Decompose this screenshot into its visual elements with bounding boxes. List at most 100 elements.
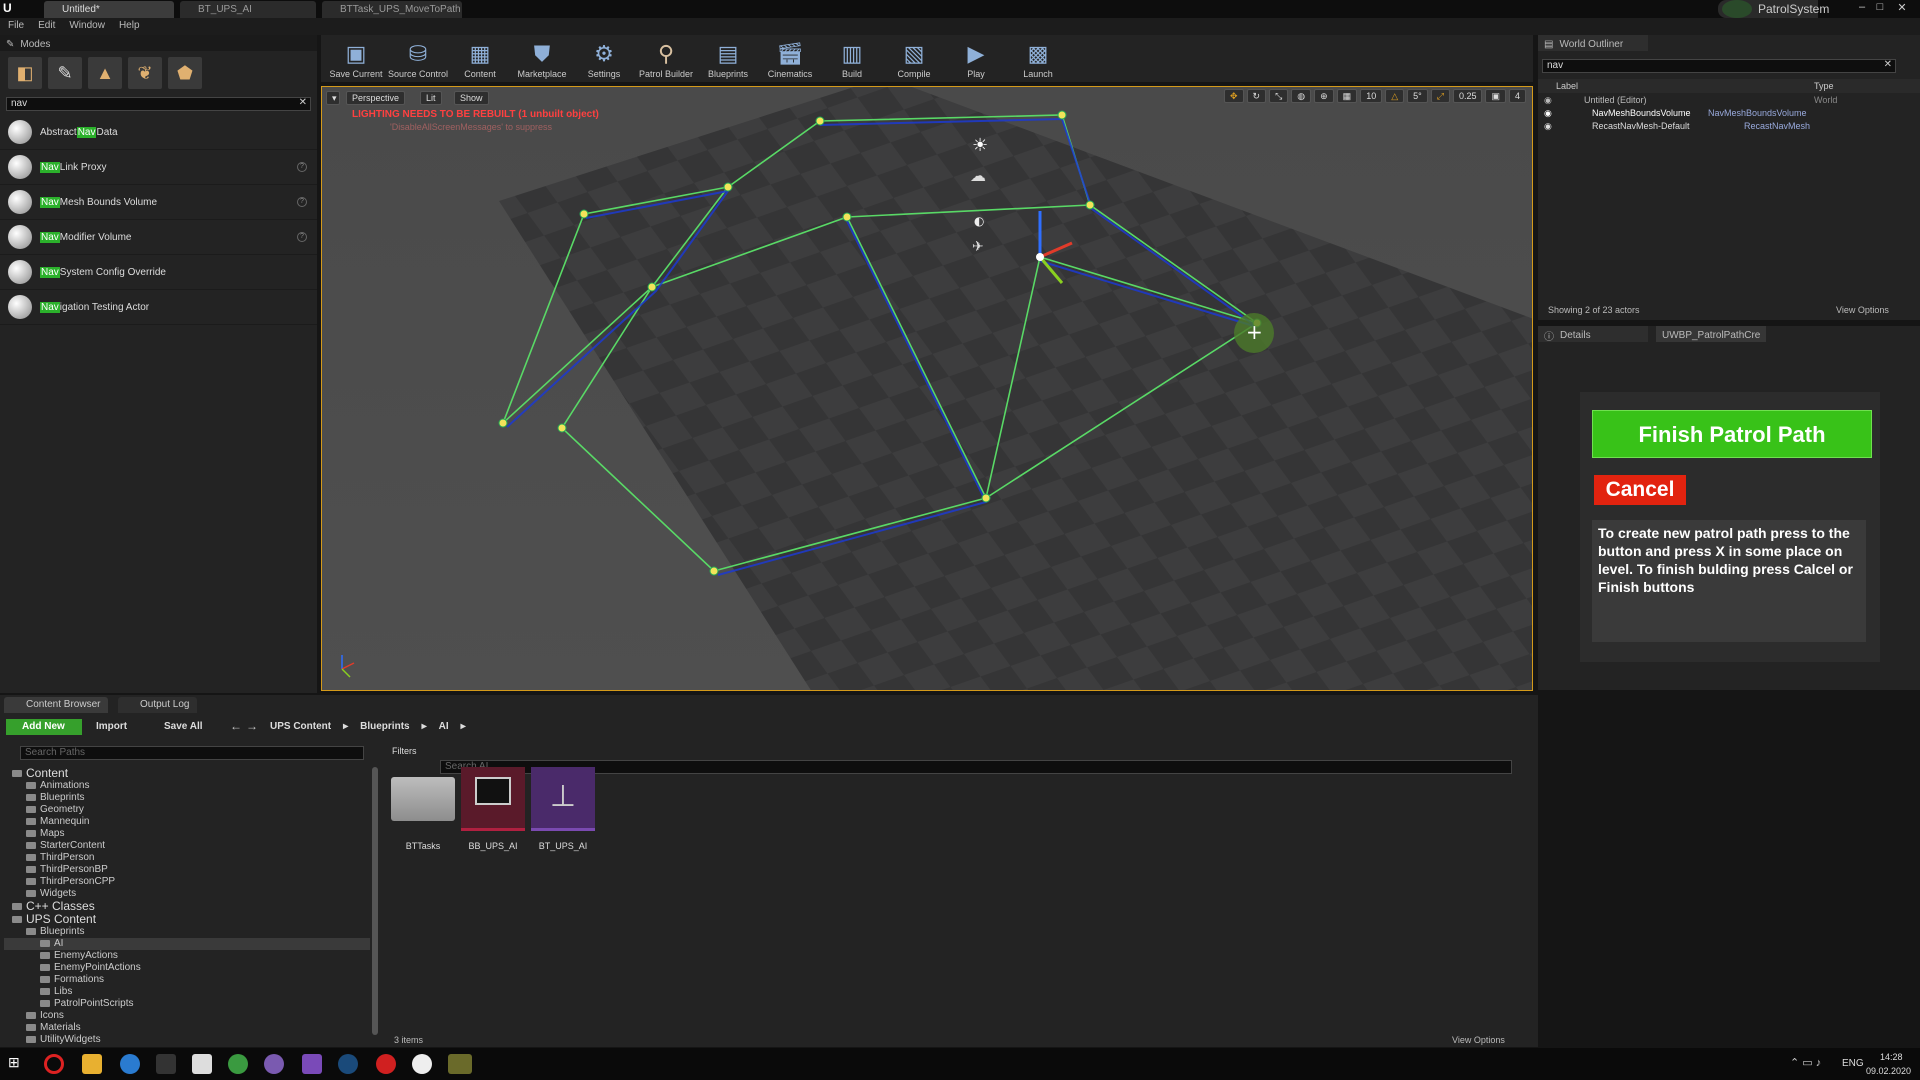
save-current-button[interactable]: ▣ Save Current <box>325 35 387 82</box>
table-row[interactable]: ◉ RecastNavMesh-Default RecastNavMesh <box>1538 121 1920 134</box>
patrol-builder-button[interactable]: ⚲ Patrol Builder <box>635 35 697 82</box>
eye-icon[interactable]: ◉ <box>1544 95 1552 106</box>
unity-icon[interactable] <box>192 1054 212 1074</box>
list-item[interactable]: Nav Link Proxy? <box>0 150 317 185</box>
tree-item[interactable]: Maps <box>4 828 370 840</box>
maximize-icon[interactable]: □ <box>1872 1 1888 15</box>
tree-item[interactable]: Mannequin <box>4 816 370 828</box>
filters-button[interactable]: Filters <box>392 746 417 756</box>
tab-details[interactable]: ⓘ Details <box>1538 326 1648 343</box>
content-button[interactable]: ▦ Content <box>449 35 511 82</box>
edge-icon[interactable] <box>120 1054 140 1074</box>
help-icon[interactable]: ? <box>297 162 307 172</box>
grid-size-value[interactable]: 10 <box>1360 89 1383 103</box>
help-icon[interactable]: ? <box>297 232 307 242</box>
tree-item[interactable]: UPS Content <box>4 913 370 926</box>
assets-view-options[interactable]: View Options <box>1452 1035 1505 1045</box>
camera-speed-value[interactable]: 4 <box>1508 89 1526 103</box>
tree-item[interactable]: ThirdPersonCPP <box>4 876 370 888</box>
build-button[interactable]: ▥ Build <box>821 35 883 82</box>
lit-button[interactable]: Lit <box>420 91 442 105</box>
epic-games-icon[interactable] <box>156 1054 176 1074</box>
world-icon[interactable]: ◍ <box>1291 89 1312 103</box>
tree-item[interactable]: Animations <box>4 780 370 792</box>
forward-icon[interactable]: → <box>246 719 258 733</box>
list-item[interactable]: Abstract Nav Data <box>0 115 317 150</box>
breadcrumb-ai[interactable]: AI <box>439 721 449 732</box>
language-indicator[interactable]: ENG <box>1842 1058 1864 1069</box>
list-item[interactable]: Nav System Config Override <box>0 255 317 290</box>
translate-icon[interactable]: ✥ <box>1223 89 1244 103</box>
play-button[interactable]: ▶ Play <box>945 35 1007 82</box>
clear-search-icon[interactable]: ✕ <box>1884 59 1892 70</box>
place-mode-icon[interactable]: ◧ <box>8 57 42 89</box>
rotate-icon[interactable]: ↻ <box>1246 89 1267 103</box>
rotation-snap-icon[interactable]: △ <box>1385 89 1405 103</box>
scale-snap-value[interactable]: 0.25 <box>1452 89 1483 103</box>
breadcrumb-ups-content[interactable]: UPS Content <box>270 721 331 732</box>
menu-window[interactable]: Window <box>69 20 105 35</box>
tab-content-browser[interactable]: Content Browser <box>4 697 109 713</box>
type-column[interactable]: Type <box>1814 81 1834 91</box>
asset-behavior-tree[interactable]: ⊥ BT_UPS_AI <box>531 767 595 851</box>
tree-item[interactable]: Content <box>4 767 370 780</box>
tab-patrol-widget[interactable]: UWBP_PatrolPathCre <box>1656 326 1766 342</box>
scale-icon[interactable]: ⤡ <box>1269 89 1289 103</box>
back-icon[interactable]: ← <box>230 719 242 733</box>
table-row[interactable]: ◉ Untitled (Editor) World <box>1538 95 1920 108</box>
menu-edit[interactable]: Edit <box>38 20 55 35</box>
launch-button[interactable]: ▩ Launch <box>1007 35 1069 82</box>
save-all-button[interactable]: Save All <box>164 721 203 732</box>
breadcrumb-blueprints[interactable]: Blueprints <box>360 721 409 732</box>
landscape-mode-icon[interactable]: ▲ <box>88 57 122 89</box>
source-control-button[interactable]: ⛁ Source Control <box>387 35 449 82</box>
tab-bt-ups-ai[interactable]: BT_UPS_AI <box>180 1 316 18</box>
table-row[interactable]: ◉ NavMeshBoundsVolume NavMeshBoundsVolum… <box>1538 108 1920 121</box>
tree-item[interactable]: EnemyPointActions <box>4 962 370 974</box>
tree-item[interactable]: UtilityWidgets <box>4 1034 370 1046</box>
menu-file[interactable]: File <box>8 20 24 35</box>
file-explorer-icon[interactable] <box>82 1054 102 1074</box>
unreal-taskbar-icon[interactable] <box>412 1054 432 1074</box>
menu-help[interactable]: Help <box>119 20 140 35</box>
chrome-icon[interactable] <box>228 1054 248 1074</box>
clock-date[interactable]: 09.02.2020 <box>1866 1066 1911 1076</box>
geometry-mode-icon[interactable]: ⬟ <box>168 57 202 89</box>
import-button[interactable]: Import <box>96 721 127 732</box>
search-assets-input[interactable]: Search AI <box>440 760 1512 774</box>
perspective-button[interactable]: Perspective <box>346 91 406 105</box>
show-button[interactable]: Show <box>454 91 489 105</box>
cancel-button[interactable]: Cancel <box>1594 475 1686 505</box>
clear-search-icon[interactable]: ✕ <box>299 97 307 108</box>
cinematics-button[interactable]: 🎬︎ Cinematics <box>759 35 821 82</box>
ue-editor-active-icon[interactable] <box>448 1054 472 1074</box>
tree-item[interactable]: AI <box>4 938 370 950</box>
clock-time[interactable]: 14:28 <box>1880 1052 1903 1062</box>
outliner-search-input[interactable]: nav ✕ <box>1542 59 1896 73</box>
visual-studio-icon[interactable] <box>302 1054 322 1074</box>
level-viewport[interactable]: + ☀ ☁ ◐ ✈ ▾ Perspective Lit Show LIGHTIN… <box>321 86 1533 691</box>
asset-folder-bttasks[interactable]: BTTasks <box>391 767 455 851</box>
list-item[interactable]: Nav igation Testing Actor <box>0 290 317 325</box>
tab-bttask-move[interactable]: BTTask_UPS_MoveToPath <box>322 1 462 18</box>
tree-item[interactable]: Blueprints <box>4 926 370 938</box>
scene-render[interactable]: + ☀ ☁ ◐ ✈ <box>322 87 1533 691</box>
tab-output-log[interactable]: Output Log <box>118 697 198 713</box>
paint-mode-icon[interactable]: ✎ <box>48 57 82 89</box>
asset-blackboard[interactable]: BB_UPS_AI <box>461 767 525 851</box>
camera-speed-icon[interactable]: ▣ <box>1485 89 1506 103</box>
surface-snap-icon[interactable]: ⊕ <box>1314 89 1334 103</box>
steam-icon[interactable] <box>338 1054 358 1074</box>
search-paths-input[interactable]: Search Paths <box>20 746 364 760</box>
tree-item[interactable]: ThirdPerson <box>4 852 370 864</box>
tree-item[interactable]: EnemyActions <box>4 950 370 962</box>
tab-untitled[interactable]: Untitled* <box>44 1 174 18</box>
list-item[interactable]: Nav Modifier Volume? <box>0 220 317 255</box>
tray-icons[interactable]: ⌃ ▭ ♪ <box>1790 1056 1821 1069</box>
outliner-view-options[interactable]: View Options <box>1836 305 1889 315</box>
tor-icon[interactable] <box>264 1054 284 1074</box>
list-item[interactable]: Nav Mesh Bounds Volume? <box>0 185 317 220</box>
unreal-logo-icon[interactable]: U <box>3 1 17 16</box>
tree-item[interactable]: Libs <box>4 986 370 998</box>
grid-snap-icon[interactable]: ▦ <box>1336 89 1358 103</box>
